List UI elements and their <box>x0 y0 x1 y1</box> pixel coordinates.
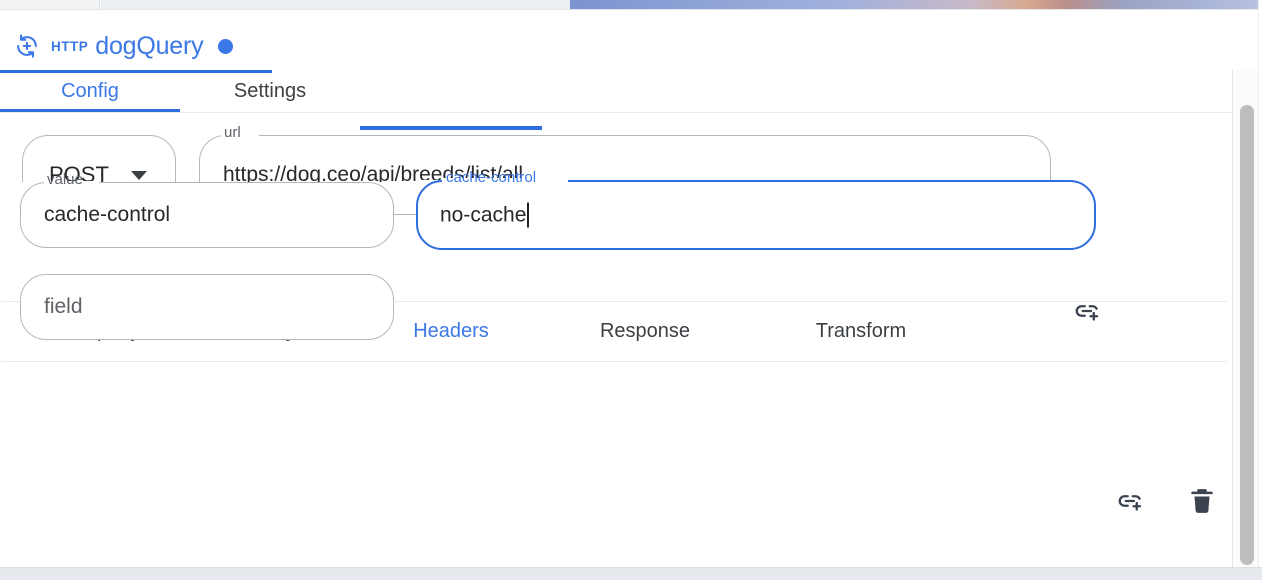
tab-config[interactable]: Config <box>0 70 180 112</box>
upper-panel-active-tab-indicator <box>0 70 272 73</box>
panel-right-divider <box>1232 70 1233 567</box>
upper-panel-image-sliver <box>570 0 1262 9</box>
url-input-label: url <box>224 124 241 141</box>
node-title: dogQuery <box>95 31 204 60</box>
header-key-input-value: no-cache <box>440 202 530 228</box>
bottom-status-bar <box>0 567 1262 580</box>
header-add-link-button[interactable] <box>1108 479 1152 523</box>
sub-tab-response[interactable]: Response <box>541 302 749 361</box>
top-tab-bar: Config Settings <box>0 70 1232 113</box>
tab-settings-label: Settings <box>233 80 307 102</box>
header-key-input-label: cache-control <box>446 169 537 186</box>
clipped-upper-panel-sliver <box>0 0 1262 10</box>
http-sync-icon <box>14 33 40 59</box>
upper-panel-body-sliver <box>101 0 570 9</box>
header-key-input-text: no-cache <box>440 203 527 227</box>
header-key-input[interactable]: cache-control no-cache <box>416 169 1096 250</box>
node-header: HTTP dogQuery <box>0 18 1262 74</box>
header-delete-button[interactable] <box>1180 477 1224 525</box>
sub-tab-active-underline <box>360 126 542 130</box>
sub-tab-transform[interactable]: Transform <box>749 302 973 361</box>
tab-config-label: Config <box>61 80 119 102</box>
header-value-input-label: value <box>47 171 83 188</box>
vertical-scrollbar-thumb[interactable] <box>1240 105 1254 565</box>
blue-status-dot[interactable] <box>218 38 234 54</box>
window-right-edge <box>1258 0 1262 580</box>
sub-tab-response-label: Response <box>599 320 691 342</box>
header-value-input-value: cache-control <box>44 203 171 226</box>
header-new-field-placeholder: field <box>44 295 83 318</box>
text-cursor <box>527 202 530 228</box>
sub-tab-headers-label: Headers <box>413 320 489 342</box>
sub-tab-transform-label: Transform <box>815 320 907 342</box>
bottom-bar-top-line <box>0 567 1262 568</box>
upper-panel-sidebar-sliver <box>0 0 100 9</box>
config-panel: Config Settings POST url https://dog.ceo… <box>0 70 1262 580</box>
tab-settings[interactable]: Settings <box>180 70 360 112</box>
upper-panel-shadow <box>0 9 1262 10</box>
header-new-field-input[interactable]: field <box>20 274 394 340</box>
header-value-input[interactable]: value cache-control <box>20 171 394 248</box>
chevron-down-icon <box>130 170 147 180</box>
node-protocol-label: HTTP <box>51 38 89 54</box>
